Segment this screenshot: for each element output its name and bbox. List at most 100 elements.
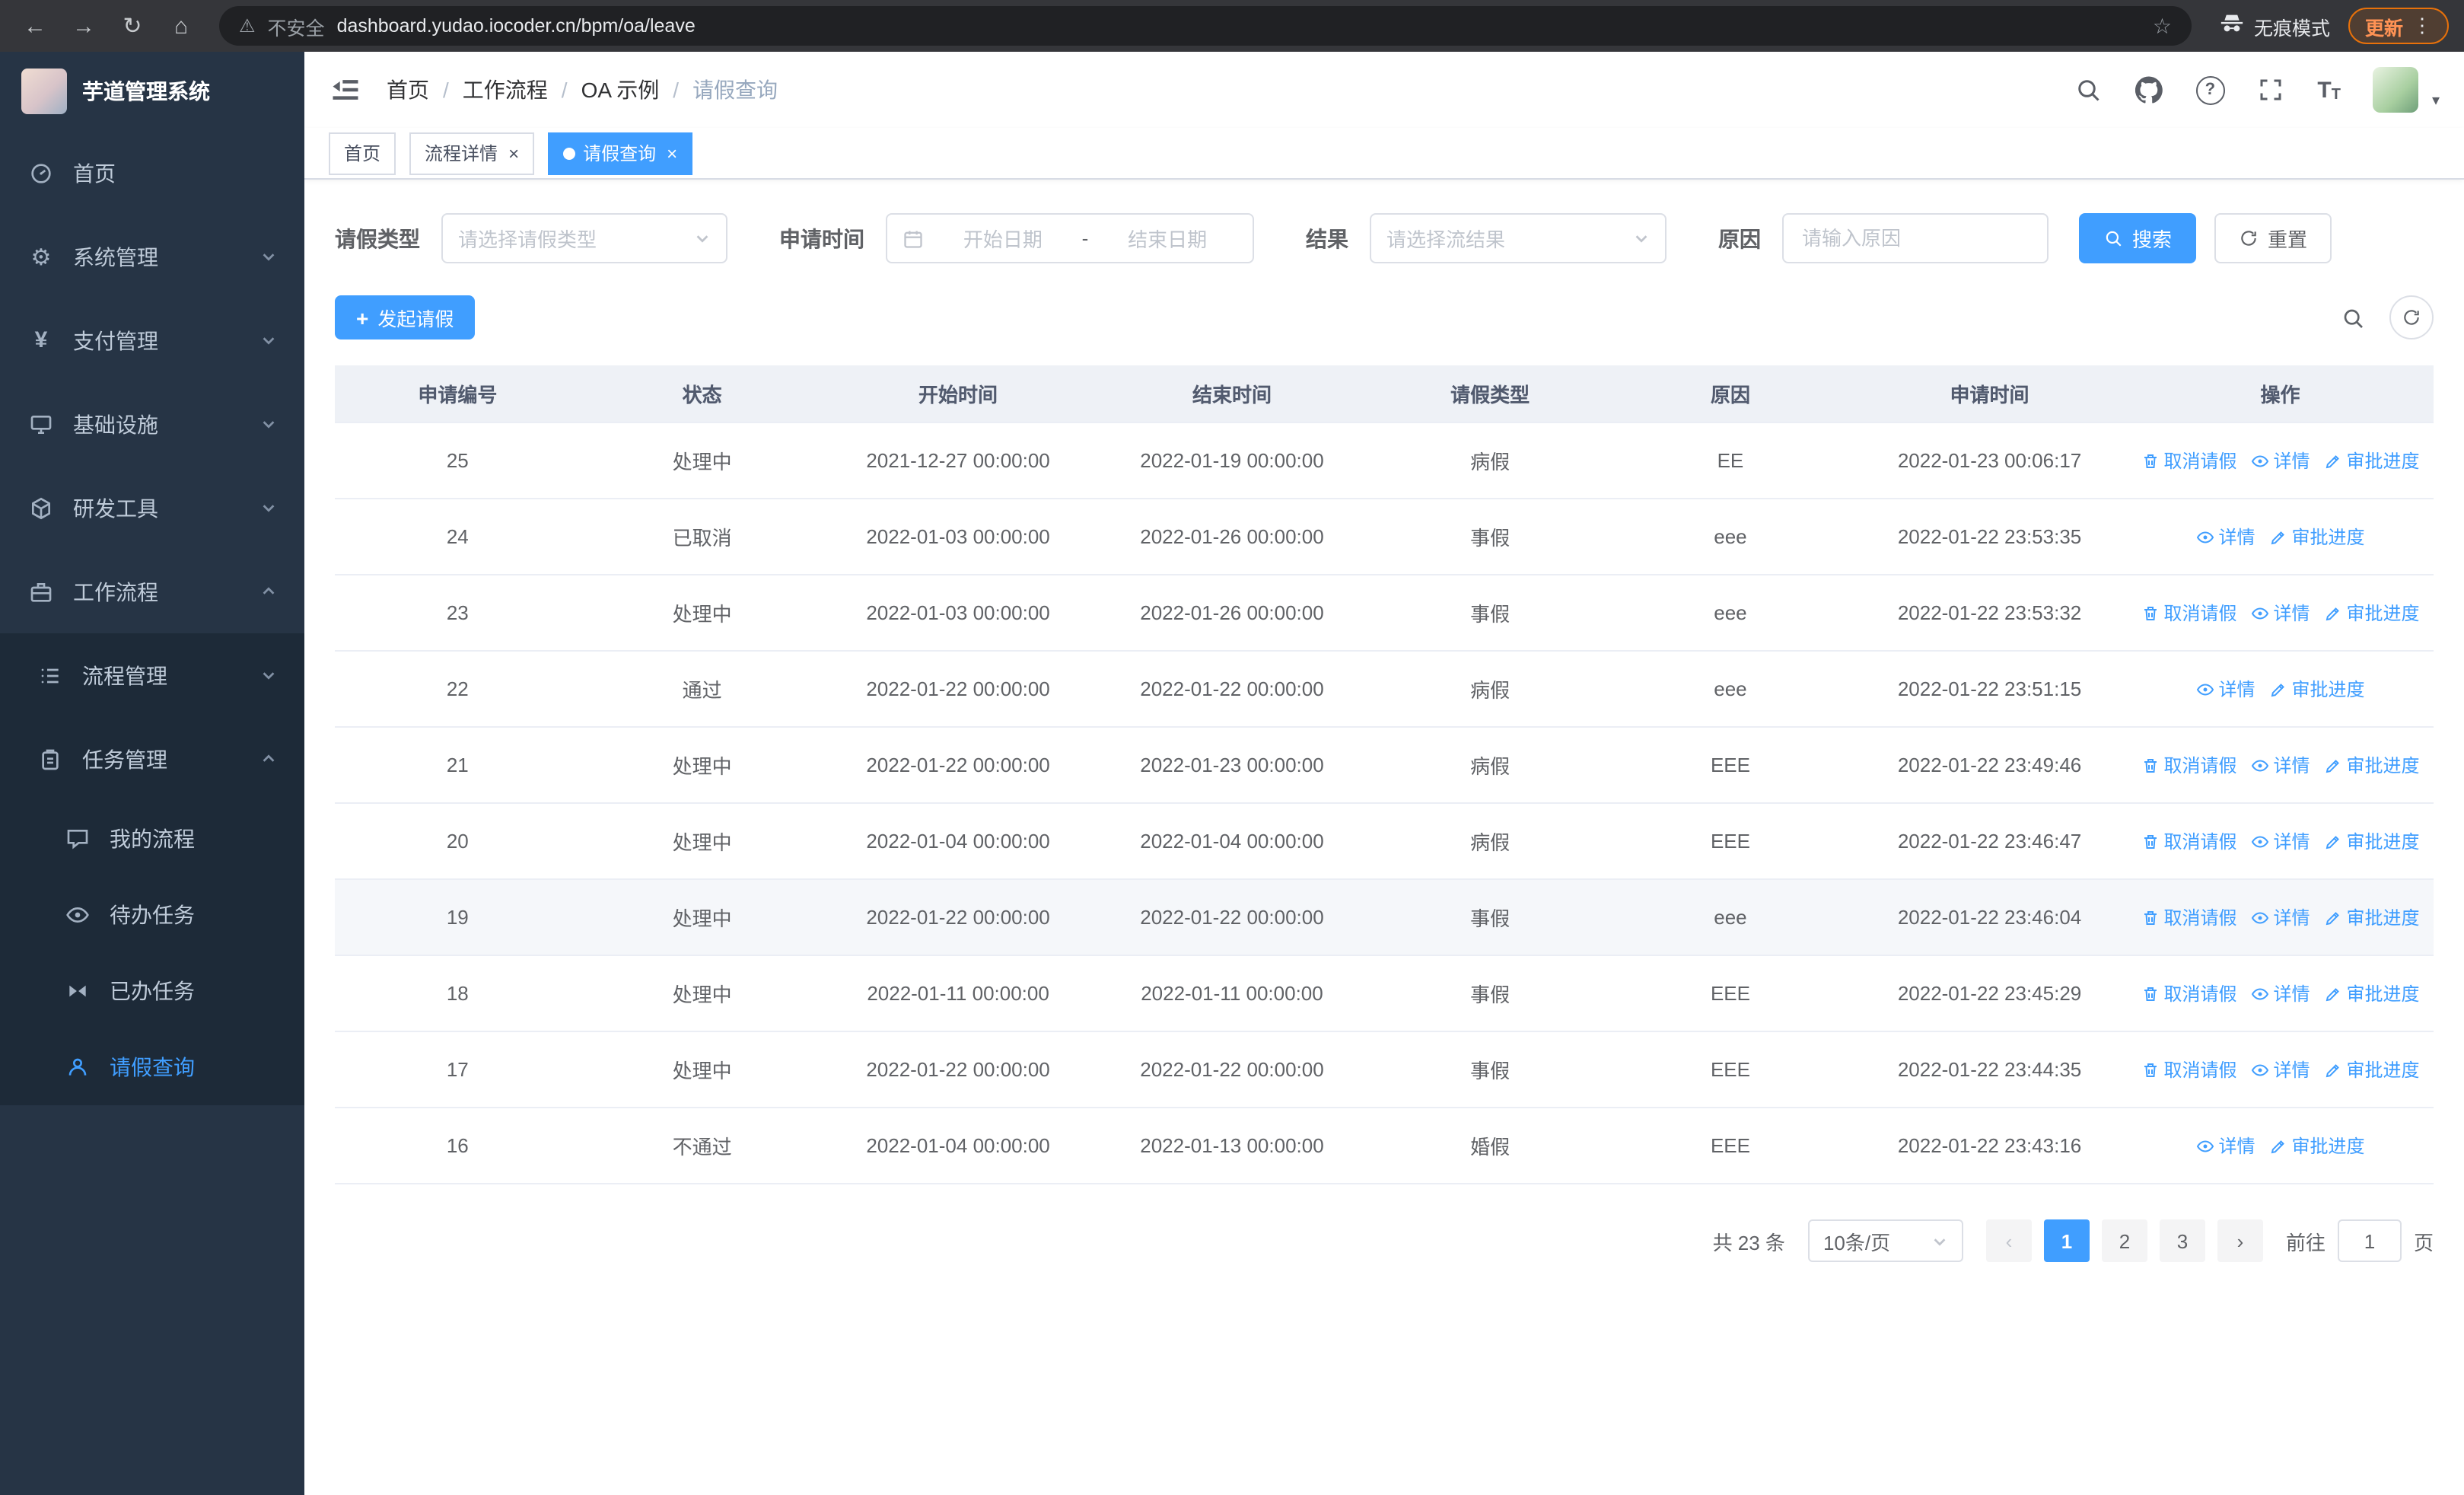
avatar[interactable] <box>2372 67 2418 113</box>
help-icon[interactable]: ? <box>2195 75 2225 104</box>
result-select[interactable]: 请选择流结果 <box>1370 213 1667 263</box>
cell-id: 21 <box>446 754 469 776</box>
tab-home[interactable]: 首页 <box>329 132 396 174</box>
sidebar-item-todo-tasks[interactable]: 待办任务 <box>0 877 304 953</box>
leave-type-select[interactable]: 请选择请假类型 <box>441 213 727 263</box>
cancel-leave-link[interactable]: 取消请假 <box>2141 1057 2237 1082</box>
detail-link[interactable]: 详情 <box>2251 980 2310 1006</box>
user-caret-icon[interactable]: ▾ <box>2432 93 2440 113</box>
back-icon[interactable]: ← <box>15 6 55 46</box>
reason-input[interactable] <box>1782 213 2049 263</box>
detail-link[interactable]: 详情 <box>2251 828 2310 854</box>
font-size-icon[interactable]: TT <box>2317 77 2341 103</box>
apply-time-range-picker[interactable]: 开始日期 - 结束日期 <box>886 213 1254 263</box>
goto-page-input[interactable] <box>2337 1219 2402 1262</box>
cancel-leave-link[interactable]: 取消请假 <box>2141 828 2237 854</box>
pen-icon <box>2269 1136 2287 1155</box>
cancel-leave-link[interactable]: 取消请假 <box>2141 752 2237 778</box>
table-header: 申请编号 状态 开始时间 结束时间 请假类型 原因 申请时间 操作 <box>335 365 2434 423</box>
breadcrumb-separator: / <box>561 78 568 102</box>
approval-progress-link[interactable]: 审批进度 <box>2324 600 2420 626</box>
sidebar-item-my-process[interactable]: 我的流程 <box>0 801 304 877</box>
sidebar-item-done-tasks[interactable]: 已办任务 <box>0 953 304 1029</box>
chevron-down-icon <box>260 332 277 349</box>
page-button-3[interactable]: 3 <box>2159 1219 2205 1262</box>
column-header-reason: 原因 <box>1710 384 1750 406</box>
cancel-leave-link[interactable]: 取消请假 <box>2141 980 2237 1006</box>
reload-icon[interactable]: ↻ <box>113 6 152 46</box>
gear-icon: ⚙ <box>30 244 52 270</box>
sidebar-item-process-mgmt[interactable]: 流程管理 <box>0 633 304 717</box>
end-date-placeholder[interactable]: 结束日期 <box>1097 224 1237 253</box>
cell-start-time: 2022-01-04 00:00:00 <box>866 1134 1050 1157</box>
page-button-1[interactable]: 1 <box>2043 1219 2090 1262</box>
page-size-select[interactable]: 10条/页 <box>1807 1219 1963 1262</box>
detail-link[interactable]: 详情 <box>2251 752 2310 778</box>
cancel-leave-link[interactable]: 取消请假 <box>2141 448 2237 473</box>
approval-progress-link[interactable]: 审批进度 <box>2269 524 2365 550</box>
sidebar-item-payment[interactable]: ¥ 支付管理 <box>0 298 304 382</box>
approval-progress-link[interactable]: 审批进度 <box>2269 1133 2365 1159</box>
start-date-placeholder[interactable]: 开始日期 <box>933 224 1073 253</box>
detail-link[interactable]: 详情 <box>2195 676 2255 702</box>
detail-link[interactable]: 详情 <box>2195 1133 2255 1159</box>
approval-progress-link[interactable]: 审批进度 <box>2324 828 2420 854</box>
warning-icon[interactable]: ⚠ <box>239 15 256 37</box>
app-logo[interactable]: 芋道管理系统 <box>0 52 304 131</box>
approval-progress-link[interactable]: 审批进度 <box>2324 980 2420 1006</box>
search-button[interactable]: 搜索 <box>2079 213 2197 263</box>
sidebar-item-task-mgmt[interactable]: 任务管理 <box>0 717 304 801</box>
trash-icon <box>2141 756 2159 774</box>
page-button-2[interactable]: 2 <box>2101 1219 2147 1262</box>
toggle-search-icon[interactable] <box>2339 304 2367 331</box>
sidebar-item-leave-query[interactable]: 请假查询 <box>0 1029 304 1105</box>
sidebar-item-workflow[interactable]: 工作流程 <box>0 550 304 633</box>
detail-link[interactable]: 详情 <box>2251 904 2310 930</box>
sidebar-item-home[interactable]: 首页 <box>0 131 304 215</box>
sidebar-item-label: 请假查询 <box>110 1055 195 1079</box>
bookmark-star-icon[interactable]: ☆ <box>2153 13 2172 39</box>
sidebar-collapse-icon[interactable] <box>329 73 362 107</box>
breadcrumb-item[interactable]: 工作流程 <box>463 75 548 105</box>
security-label[interactable]: 不安全 <box>268 11 325 40</box>
search-icon[interactable] <box>2074 75 2103 104</box>
search-icon <box>2106 231 2122 247</box>
breadcrumb-item[interactable]: 首页 <box>387 75 429 105</box>
close-icon[interactable]: × <box>667 142 677 164</box>
github-icon[interactable] <box>2135 75 2163 104</box>
sidebar-item-system[interactable]: ⚙ 系统管理 <box>0 215 304 298</box>
cancel-leave-link[interactable]: 取消请假 <box>2141 904 2237 930</box>
sidebar-item-infrastructure[interactable]: 基础设施 <box>0 382 304 466</box>
approval-progress-link[interactable]: 审批进度 <box>2269 676 2365 702</box>
create-leave-button[interactable]: + 发起请假 <box>335 295 476 339</box>
reset-button[interactable]: 重置 <box>2214 213 2332 263</box>
approval-progress-link[interactable]: 审批进度 <box>2324 904 2420 930</box>
tab-process-detail[interactable]: 流程详情 × <box>409 132 535 174</box>
cell-reason: eee <box>1714 677 1747 700</box>
update-button[interactable]: 更新 ⋮ <box>2348 8 2449 44</box>
detail-link[interactable]: 详情 <box>2195 524 2255 550</box>
refresh-table-icon[interactable] <box>2389 295 2434 339</box>
approval-progress-link[interactable]: 审批进度 <box>2324 752 2420 778</box>
breadcrumb-item[interactable]: OA 示例 <box>581 75 660 105</box>
detail-link[interactable]: 详情 <box>2251 600 2310 626</box>
cancel-leave-link[interactable]: 取消请假 <box>2141 600 2237 626</box>
menu-dots-icon[interactable]: ⋮ <box>2412 14 2432 38</box>
forward-icon[interactable]: → <box>64 6 103 46</box>
detail-link[interactable]: 详情 <box>2251 1057 2310 1082</box>
monitor-icon <box>27 410 55 438</box>
close-icon[interactable]: × <box>508 142 519 164</box>
url-text[interactable]: dashboard.yudao.iocoder.cn/bpm/oa/leave <box>337 15 2141 37</box>
detail-link[interactable]: 详情 <box>2251 448 2310 473</box>
fullscreen-icon[interactable] <box>2256 75 2285 104</box>
prev-page-button[interactable]: ‹ <box>1985 1219 2032 1262</box>
tab-leave-query[interactable]: 请假查询 × <box>548 132 693 174</box>
url-bar[interactable]: ⚠ 不安全 dashboard.yudao.iocoder.cn/bpm/oa/… <box>219 6 2192 46</box>
cell-leave-type: 事假 <box>1470 907 1511 930</box>
approval-progress-link[interactable]: 审批进度 <box>2324 1057 2420 1082</box>
home-icon[interactable]: ⌂ <box>161 6 201 46</box>
chevron-down-icon <box>260 416 277 432</box>
next-page-button[interactable]: › <box>2217 1219 2263 1262</box>
sidebar-item-devtools[interactable]: 研发工具 <box>0 466 304 550</box>
approval-progress-link[interactable]: 审批进度 <box>2324 448 2420 473</box>
